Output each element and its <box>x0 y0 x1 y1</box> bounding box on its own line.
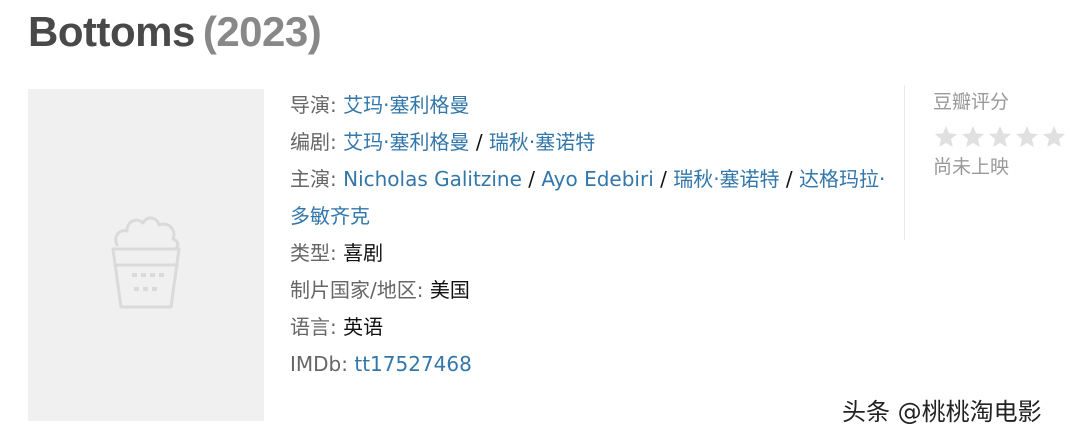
movie-title: Bottoms <box>28 8 195 55</box>
rating-panel: 豆瓣评分 尚未上映 <box>904 85 1074 240</box>
rating-status: 尚未上映 <box>933 156 1010 178</box>
imdb-label: IMDb <box>290 352 342 376</box>
star-icon <box>988 125 1012 147</box>
country-label: 制片国家/地区 <box>290 278 417 302</box>
rating-stars <box>933 124 1074 150</box>
popcorn-icon <box>111 216 181 309</box>
writer-link[interactable]: 艾玛·塞利格曼 <box>343 130 469 154</box>
imdb-link[interactable]: tt17527468 <box>354 352 471 376</box>
star-icon <box>1042 125 1066 147</box>
genre-row: 类型: 喜剧 <box>290 241 384 265</box>
writer-label: 编剧 <box>290 130 330 154</box>
language-row: 语言: 英语 <box>290 315 384 339</box>
writer-row: 编剧: 艾玛·塞利格曼 / 瑞秋·塞诺特 <box>290 130 596 154</box>
cast-label: 主演 <box>290 167 330 191</box>
imdb-row: IMDb: tt17527468 <box>290 352 472 376</box>
cast-row: 主演: Nicholas Galitzine / Ayo Edebiri / 瑞… <box>290 167 886 228</box>
watermark: 头条 @桃桃淘电影 <box>842 398 1042 426</box>
star-icon <box>1015 125 1039 147</box>
star-icon <box>961 125 985 147</box>
genre-value: 喜剧 <box>343 241 384 265</box>
cast-link[interactable]: Ayo Edebiri <box>541 167 653 191</box>
cast-link[interactable]: 瑞秋·塞诺特 <box>673 167 779 191</box>
star-icon <box>934 125 958 147</box>
page-title: Bottoms (2023) <box>28 8 322 56</box>
language-label: 语言 <box>290 315 330 339</box>
country-value: 美国 <box>429 278 470 302</box>
rating-label: 豆瓣评分 <box>933 91 1010 113</box>
director-label: 导演 <box>290 93 330 117</box>
movie-year: (2023) <box>202 8 322 55</box>
language-value: 英语 <box>343 315 384 339</box>
movie-info: 导演: 艾玛·塞利格曼 编剧: 艾玛·塞利格曼 / 瑞秋·塞诺特 主演: Nic… <box>290 87 890 383</box>
country-row: 制片国家/地区: 美国 <box>290 278 470 302</box>
writer-link[interactable]: 瑞秋·塞诺特 <box>489 130 595 154</box>
poster-placeholder[interactable] <box>28 89 264 421</box>
cast-link[interactable]: Nicholas Galitzine <box>343 167 522 191</box>
director-link[interactable]: 艾玛·塞利格曼 <box>343 93 469 117</box>
genre-label: 类型 <box>290 241 330 265</box>
director-row: 导演: 艾玛·塞利格曼 <box>290 93 470 117</box>
